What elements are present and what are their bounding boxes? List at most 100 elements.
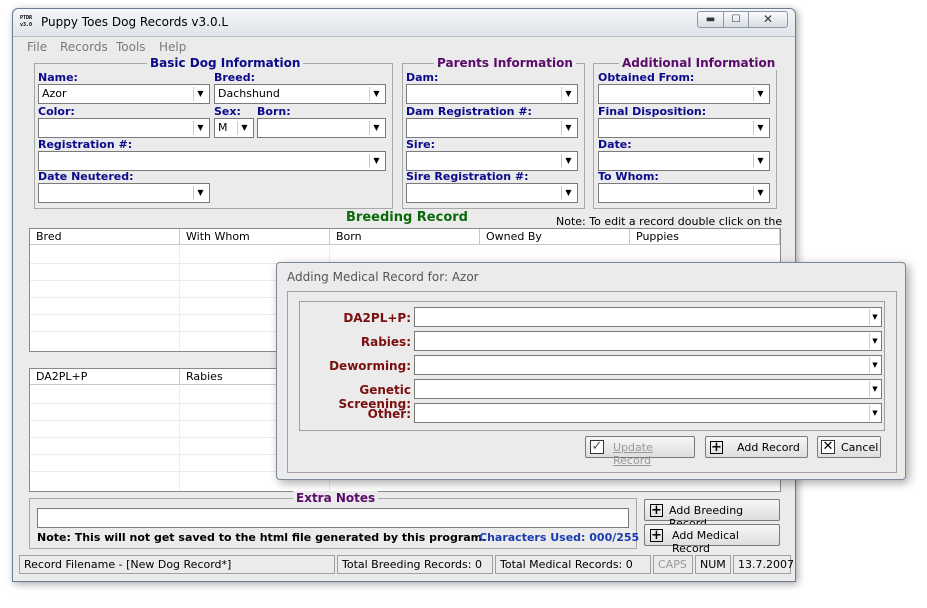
born-combo[interactable]: ▼ bbox=[257, 118, 386, 138]
chevron-down-icon[interactable]: ▼ bbox=[753, 186, 767, 200]
name-value: Azor bbox=[42, 87, 67, 100]
born-label: Born: bbox=[257, 105, 291, 118]
chevron-down-icon[interactable]: ▼ bbox=[369, 87, 383, 101]
add-medical-record-button[interactable]: + Add Medical Record bbox=[644, 524, 780, 555]
sire-combo[interactable]: ▼ bbox=[406, 151, 578, 171]
menu-records[interactable]: Records bbox=[60, 40, 108, 54]
registration-label: Registration #: bbox=[38, 138, 133, 151]
chevron-down-icon[interactable]: ▼ bbox=[369, 121, 383, 135]
da2plp-combo[interactable]: ▼ bbox=[414, 307, 882, 327]
additional-info-title: Additional Information bbox=[619, 56, 779, 70]
column-owned-by[interactable]: Owned By bbox=[480, 229, 630, 245]
menu-tools[interactable]: Tools bbox=[116, 40, 146, 54]
dam-label: Dam: bbox=[406, 71, 439, 84]
plus-icon: + bbox=[710, 440, 723, 455]
final-disposition-label: Final Disposition: bbox=[598, 105, 707, 118]
status-medical-total: Total Medical Records: 0 bbox=[495, 555, 651, 574]
title-bar[interactable]: PTDR v3.0 Puppy Toes Dog Records v3.0.L … bbox=[13, 9, 795, 37]
chevron-down-icon[interactable]: ▼ bbox=[869, 333, 880, 349]
breed-value: Dachshund bbox=[218, 87, 280, 100]
genetic-screening-combo[interactable]: ▼ bbox=[414, 379, 882, 399]
sex-combo[interactable]: M ▼ bbox=[214, 118, 254, 138]
breed-combo[interactable]: Dachshund ▼ bbox=[214, 84, 386, 104]
to-whom-combo[interactable]: ▼ bbox=[598, 183, 770, 203]
other-combo[interactable]: ▼ bbox=[414, 403, 882, 423]
sex-label: Sex: bbox=[214, 105, 241, 118]
app-icon: PTDR v3.0 bbox=[20, 15, 33, 28]
chevron-down-icon[interactable]: ▼ bbox=[753, 154, 767, 168]
date-label: Date: bbox=[598, 138, 632, 151]
da2plp-label: DA2PL+P: bbox=[343, 311, 411, 325]
add-breeding-record-button[interactable]: + Add Breeding Record bbox=[644, 499, 780, 530]
chevron-down-icon[interactable]: ▼ bbox=[193, 186, 207, 200]
dam-registration-combo[interactable]: ▼ bbox=[406, 118, 578, 138]
status-num: NUM bbox=[695, 555, 731, 574]
update-record-button[interactable]: ✓ Update Record bbox=[585, 436, 695, 467]
chevron-down-icon[interactable]: ▼ bbox=[193, 87, 207, 101]
registration-combo[interactable]: ▼ bbox=[38, 151, 386, 171]
dam-registration-label: Dam Registration #: bbox=[406, 105, 532, 118]
sire-registration-combo[interactable]: ▼ bbox=[406, 183, 578, 203]
breeding-list-header: Bred With Whom Born Owned By Puppies bbox=[30, 229, 780, 245]
neutered-combo[interactable]: ▼ bbox=[38, 183, 210, 203]
chevron-down-icon[interactable]: ▼ bbox=[753, 121, 767, 135]
update-record-label: Update Record bbox=[613, 441, 653, 467]
column-bred[interactable]: Bred bbox=[30, 229, 180, 245]
sire-label: Sire: bbox=[406, 138, 435, 151]
chevron-down-icon[interactable]: ▼ bbox=[237, 121, 251, 135]
chevron-down-icon[interactable]: ▼ bbox=[561, 186, 575, 200]
menu-file[interactable]: File bbox=[27, 40, 47, 54]
add-record-button[interactable]: + Add Record bbox=[705, 436, 808, 458]
menu-help[interactable]: Help bbox=[159, 40, 186, 54]
column-born[interactable]: Born bbox=[330, 229, 480, 245]
obtained-from-combo[interactable]: ▼ bbox=[598, 84, 770, 104]
color-combo[interactable]: ▼ bbox=[38, 118, 210, 138]
close-button[interactable]: ✕ bbox=[748, 11, 788, 28]
plus-icon: + bbox=[650, 503, 663, 518]
chevron-down-icon[interactable]: ▼ bbox=[869, 309, 880, 325]
color-label: Color: bbox=[38, 105, 75, 118]
final-disposition-combo[interactable]: ▼ bbox=[598, 118, 770, 138]
sex-value: M bbox=[218, 121, 228, 134]
notes-warning: Note: This will not get saved to the htm… bbox=[37, 531, 487, 544]
obtained-from-label: Obtained From: bbox=[598, 71, 695, 84]
breed-label: Breed: bbox=[214, 71, 256, 84]
checkmark-icon: ✓ bbox=[590, 439, 604, 454]
column-da2plp[interactable]: DA2PL+P bbox=[30, 369, 180, 385]
maximize-button[interactable]: ☐ bbox=[723, 11, 749, 28]
minimize-button[interactable]: ▬ bbox=[697, 11, 724, 28]
add-medical-label: Add Medical Record bbox=[672, 529, 739, 555]
chevron-down-icon[interactable]: ▼ bbox=[561, 87, 575, 101]
status-breeding-total: Total Breeding Records: 0 bbox=[337, 555, 493, 574]
cancel-label: Cancel bbox=[841, 441, 879, 454]
plus-icon: + bbox=[650, 528, 663, 543]
chevron-down-icon[interactable]: ▼ bbox=[869, 381, 880, 397]
name-combo[interactable]: Azor ▼ bbox=[38, 84, 210, 104]
status-bar: Record Filename - [New Dog Record*] Tota… bbox=[19, 555, 794, 575]
deworming-label: Deworming: bbox=[329, 359, 411, 373]
column-puppies[interactable]: Puppies bbox=[630, 229, 780, 245]
status-caps: CAPS bbox=[653, 555, 693, 574]
rabies-label: Rabies: bbox=[360, 335, 411, 349]
status-date: 13.7.2007 bbox=[733, 555, 794, 574]
rabies-combo[interactable]: ▼ bbox=[414, 331, 882, 351]
chevron-down-icon[interactable]: ▼ bbox=[869, 405, 880, 421]
dam-combo[interactable]: ▼ bbox=[406, 84, 578, 104]
chevron-down-icon[interactable]: ▼ bbox=[869, 357, 880, 373]
grid-column bbox=[30, 386, 180, 491]
chevron-down-icon[interactable]: ▼ bbox=[753, 87, 767, 101]
dialog-title: Adding Medical Record for: Azor bbox=[287, 270, 479, 284]
chevron-down-icon[interactable]: ▼ bbox=[193, 121, 207, 135]
deworming-combo[interactable]: ▼ bbox=[414, 355, 882, 375]
column-with-whom[interactable]: With Whom bbox=[180, 229, 330, 245]
date-combo[interactable]: ▼ bbox=[598, 151, 770, 171]
chevron-down-icon[interactable]: ▼ bbox=[369, 154, 383, 168]
chevron-down-icon[interactable]: ▼ bbox=[561, 121, 575, 135]
chevron-down-icon[interactable]: ▼ bbox=[561, 154, 575, 168]
extra-notes-input[interactable] bbox=[37, 508, 629, 528]
parents-info-title: Parents Information bbox=[434, 56, 576, 70]
basic-info-title: Basic Dog Information bbox=[147, 56, 304, 70]
menu-bar: File Records Tools Help bbox=[13, 38, 795, 56]
extra-notes-title: Extra Notes bbox=[293, 491, 379, 505]
cancel-button[interactable]: ✕ Cancel bbox=[817, 436, 881, 458]
